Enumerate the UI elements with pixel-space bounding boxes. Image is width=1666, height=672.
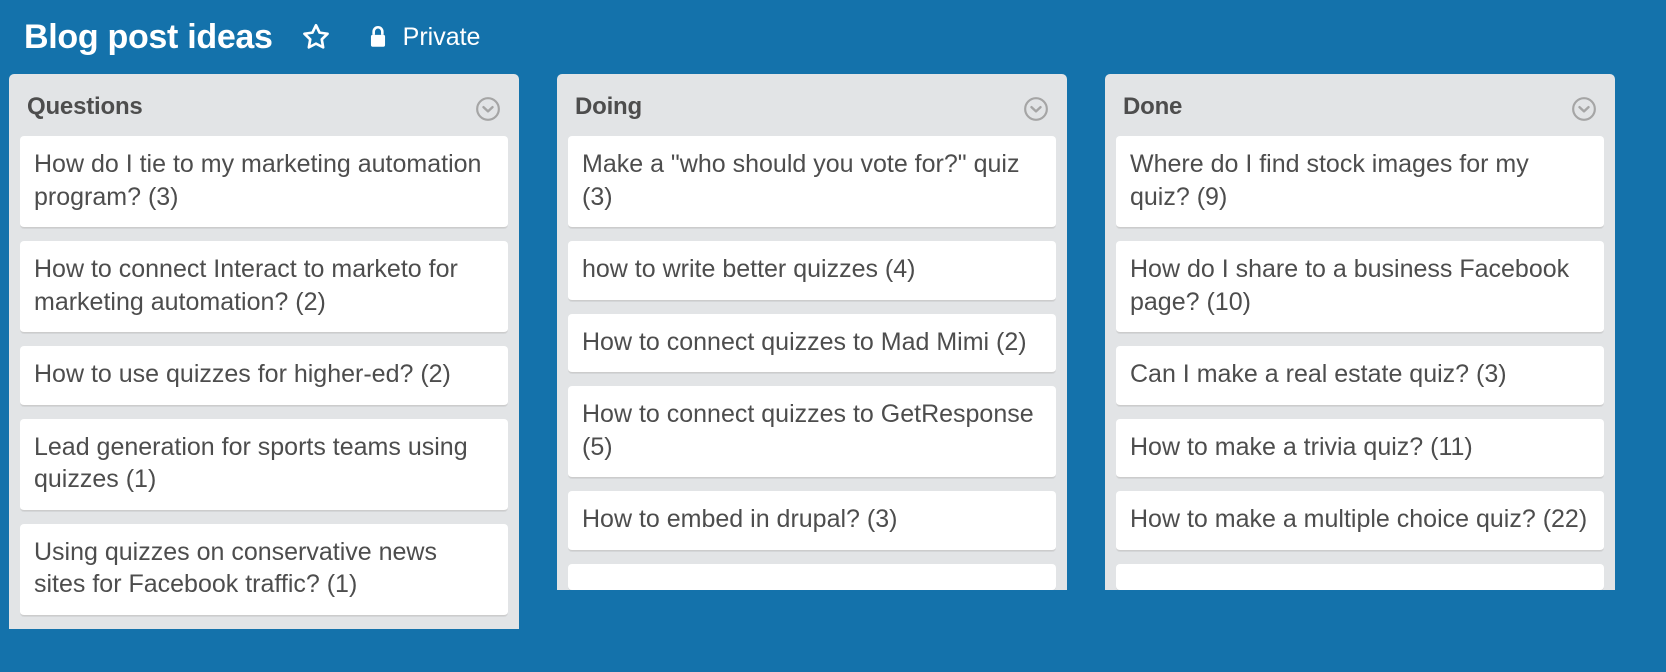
list-done[interactable]: Done Where do I find stock images for my…: [1105, 74, 1615, 590]
card[interactable]: Make a "who should you vote for?" quiz (…: [568, 136, 1056, 228]
card-title: How do I tie to my marketing automation …: [34, 150, 482, 211]
list-header: Doing: [557, 74, 1067, 136]
card-title: How to use quizzes for higher-ed? (2): [34, 360, 451, 388]
card-title: How to embed in drupal? (3): [582, 505, 898, 533]
card[interactable]: How to make a trivia quiz? (11): [1116, 418, 1604, 478]
list-title[interactable]: Done: [1123, 93, 1182, 120]
list-title[interactable]: Questions: [27, 93, 143, 120]
card[interactable]: Lead generation for sports teams using q…: [20, 418, 508, 511]
board-visibility-button[interactable]: Private: [367, 22, 481, 51]
card[interactable]: How to connect quizzes to GetResponse (5…: [568, 386, 1056, 478]
chevron-down-circle-icon[interactable]: [1023, 94, 1049, 122]
board-visibility-label: Private: [402, 22, 481, 51]
chevron-down-circle-icon[interactable]: [475, 94, 501, 122]
card[interactable]: How to connect quizzes to Mad Mimi (2): [568, 313, 1056, 373]
list-header: Questions: [9, 74, 519, 136]
card[interactable]: [568, 563, 1056, 590]
card-title: How to make a multiple choice quiz? (22): [1130, 505, 1588, 533]
chevron-down-circle-icon[interactable]: [1571, 94, 1597, 122]
card[interactable]: How to connect Interact to marketo for m…: [20, 241, 508, 333]
list-doing[interactable]: Doing Make a "who should you vote for?" …: [557, 74, 1067, 590]
card-title: How to connect quizzes to GetResponse (5…: [582, 400, 1034, 461]
star-board-button[interactable]: [301, 22, 331, 52]
card-title: Where do I find stock images for my quiz…: [1130, 150, 1529, 211]
board-lists: Questions How do I tie to my marketing a…: [0, 74, 1666, 672]
card-title: Make a "who should you vote for?" quiz (…: [582, 150, 1020, 211]
card-title: Lead generation for sports teams using q…: [34, 432, 468, 494]
list-cards: Where do I find stock images for my quiz…: [1105, 136, 1615, 590]
board-title[interactable]: Blog post ideas: [24, 20, 273, 54]
list-cards: How do I tie to my marketing automation …: [9, 136, 519, 616]
lock-icon: [367, 24, 389, 50]
card[interactable]: How to embed in drupal? (3): [568, 491, 1056, 551]
card[interactable]: how to write better quizzes (4): [568, 241, 1056, 301]
card-title: How to connect Interact to marketo for m…: [34, 255, 458, 316]
card[interactable]: How do I share to a business Facebook pa…: [1116, 241, 1604, 333]
card[interactable]: Where do I find stock images for my quiz…: [1116, 136, 1604, 228]
card[interactable]: How to use quizzes for higher-ed? (2): [20, 346, 508, 406]
card-title: How do I share to a business Facebook pa…: [1130, 255, 1570, 316]
trello-board: Blog post ideas Private Questions How do…: [0, 0, 1666, 672]
card-title: Using quizzes on conservative news sites…: [34, 537, 437, 599]
star-outline-icon: [301, 22, 331, 52]
card-title: How to connect quizzes to Mad Mimi (2): [582, 327, 1027, 356]
list-title[interactable]: Doing: [575, 93, 642, 120]
list-header: Done: [1105, 74, 1615, 136]
card-title: how to write better quizzes (4): [582, 255, 916, 283]
board-header: Blog post ideas Private: [0, 0, 1666, 74]
list-questions[interactable]: Questions How do I tie to my marketing a…: [9, 74, 519, 629]
card-title: How to make a trivia quiz? (11): [1130, 432, 1473, 461]
card[interactable]: [1116, 563, 1604, 590]
card[interactable]: Can I make a real estate quiz? (3): [1116, 346, 1604, 406]
card[interactable]: How do I tie to my marketing automation …: [20, 136, 508, 228]
card[interactable]: Using quizzes on conservative news sites…: [20, 523, 508, 616]
list-cards: Make a "who should you vote for?" quiz (…: [557, 136, 1067, 590]
card-title: Can I make a real estate quiz? (3): [1130, 360, 1507, 388]
card[interactable]: How to make a multiple choice quiz? (22): [1116, 491, 1604, 551]
